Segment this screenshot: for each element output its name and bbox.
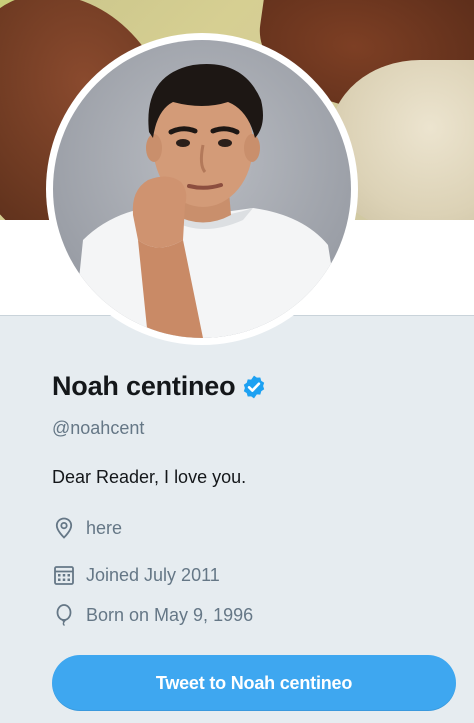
balloon-icon	[56, 604, 72, 627]
location-text: here	[86, 517, 123, 538]
profile-handle[interactable]: @noahcent	[52, 418, 144, 439]
profile-bio: Dear Reader, I love you.	[52, 467, 247, 487]
tweet-to-button[interactable]: Tweet to Noah centineo	[52, 655, 456, 711]
profile-birthdate: Born on May 9, 1996	[52, 603, 253, 627]
joined-text: Joined July 2011	[86, 564, 220, 585]
profile-location: here	[52, 516, 122, 540]
location-pin-icon	[55, 517, 73, 539]
profile-name[interactable]: Noah centineo	[52, 371, 236, 402]
avatar-photo	[53, 40, 351, 338]
avatar-illustration	[73, 64, 343, 338]
verified-badge-icon	[244, 375, 265, 398]
profile-joined-date: Joined July 2011	[52, 563, 220, 587]
profile-avatar[interactable]	[46, 33, 358, 345]
calendar-icon	[54, 566, 74, 585]
born-text: Born on May 9, 1996	[86, 604, 254, 625]
profile-name-row: Noah centineo	[52, 371, 267, 402]
